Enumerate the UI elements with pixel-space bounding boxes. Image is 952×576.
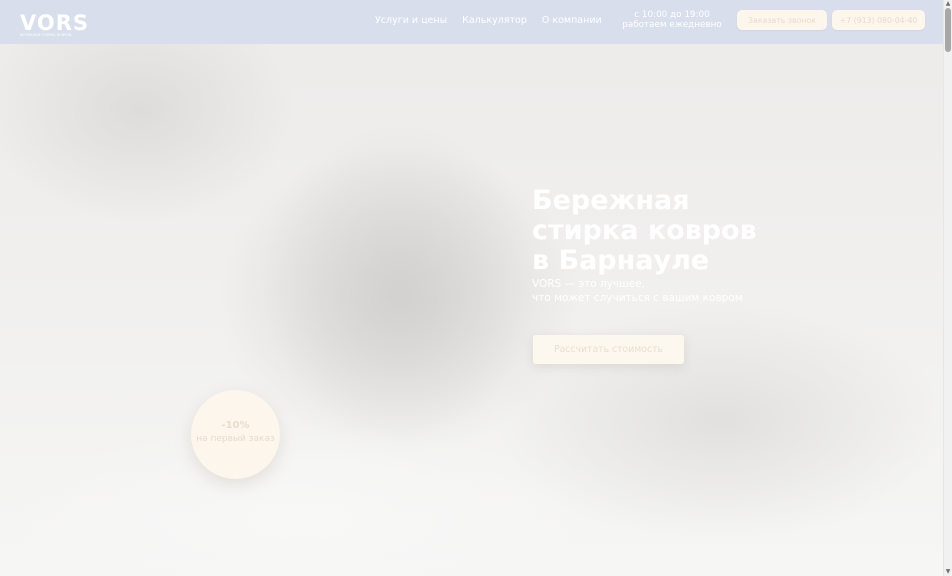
discount-text: на первый заказ bbox=[196, 434, 275, 444]
scrollbar-thumb[interactable] bbox=[945, 8, 951, 52]
scroll-down-arrow-icon[interactable]: ▼ bbox=[944, 568, 952, 576]
hero-title-line: Бережная bbox=[532, 185, 690, 216]
hero-title-line: стирка ковров bbox=[532, 215, 757, 246]
hero-subtitle-line: VORS — это лучшее, bbox=[532, 278, 646, 290]
discount-badge: -10% на первый заказ bbox=[191, 390, 280, 479]
nav-about[interactable]: О компании bbox=[542, 15, 602, 26]
site-logo[interactable]: VORS БЕРЕЖНАЯ СТИРКА КОВРОВ bbox=[20, 3, 88, 39]
logo-tagline: БЕРЕЖНАЯ СТИРКА КОВРОВ bbox=[20, 33, 72, 37]
main-nav: Услуги и цены Калькулятор О компании bbox=[375, 15, 602, 26]
hero-title: Бережная стирка ковров в Барнауле bbox=[532, 186, 792, 276]
request-call-button[interactable]: Заказать звонок bbox=[737, 10, 827, 30]
page-scrollbar[interactable]: ▲ ▼ bbox=[943, 0, 952, 576]
discount-value: -10% bbox=[221, 420, 250, 431]
working-hours-days: работаем ежедневно bbox=[622, 20, 722, 30]
hero-subtitle: VORS — это лучшее, что может случиться с… bbox=[532, 277, 743, 305]
hero-background bbox=[0, 0, 944, 576]
scroll-up-arrow-icon[interactable]: ▲ bbox=[944, 0, 952, 8]
nav-services-prices[interactable]: Услуги и цены bbox=[375, 15, 447, 26]
phone-button[interactable]: +7 (913) 080-04-40 bbox=[832, 10, 925, 30]
hero-subtitle-line: что может случиться с вашим ковром bbox=[532, 292, 743, 304]
logo-text: VORS bbox=[20, 11, 90, 35]
site-header: VORS БЕРЕЖНАЯ СТИРКА КОВРОВ Услуги и цен… bbox=[0, 0, 944, 44]
working-hours: с 10:00 до 19:00 работаем ежедневно bbox=[622, 10, 722, 30]
hero-title-line: в Барнауле bbox=[532, 245, 710, 276]
nav-calculator[interactable]: Калькулятор bbox=[462, 15, 527, 26]
working-hours-time: с 10:00 до 19:00 bbox=[634, 10, 710, 20]
calculate-cost-button[interactable]: Рассчитать стоимость bbox=[533, 335, 684, 364]
